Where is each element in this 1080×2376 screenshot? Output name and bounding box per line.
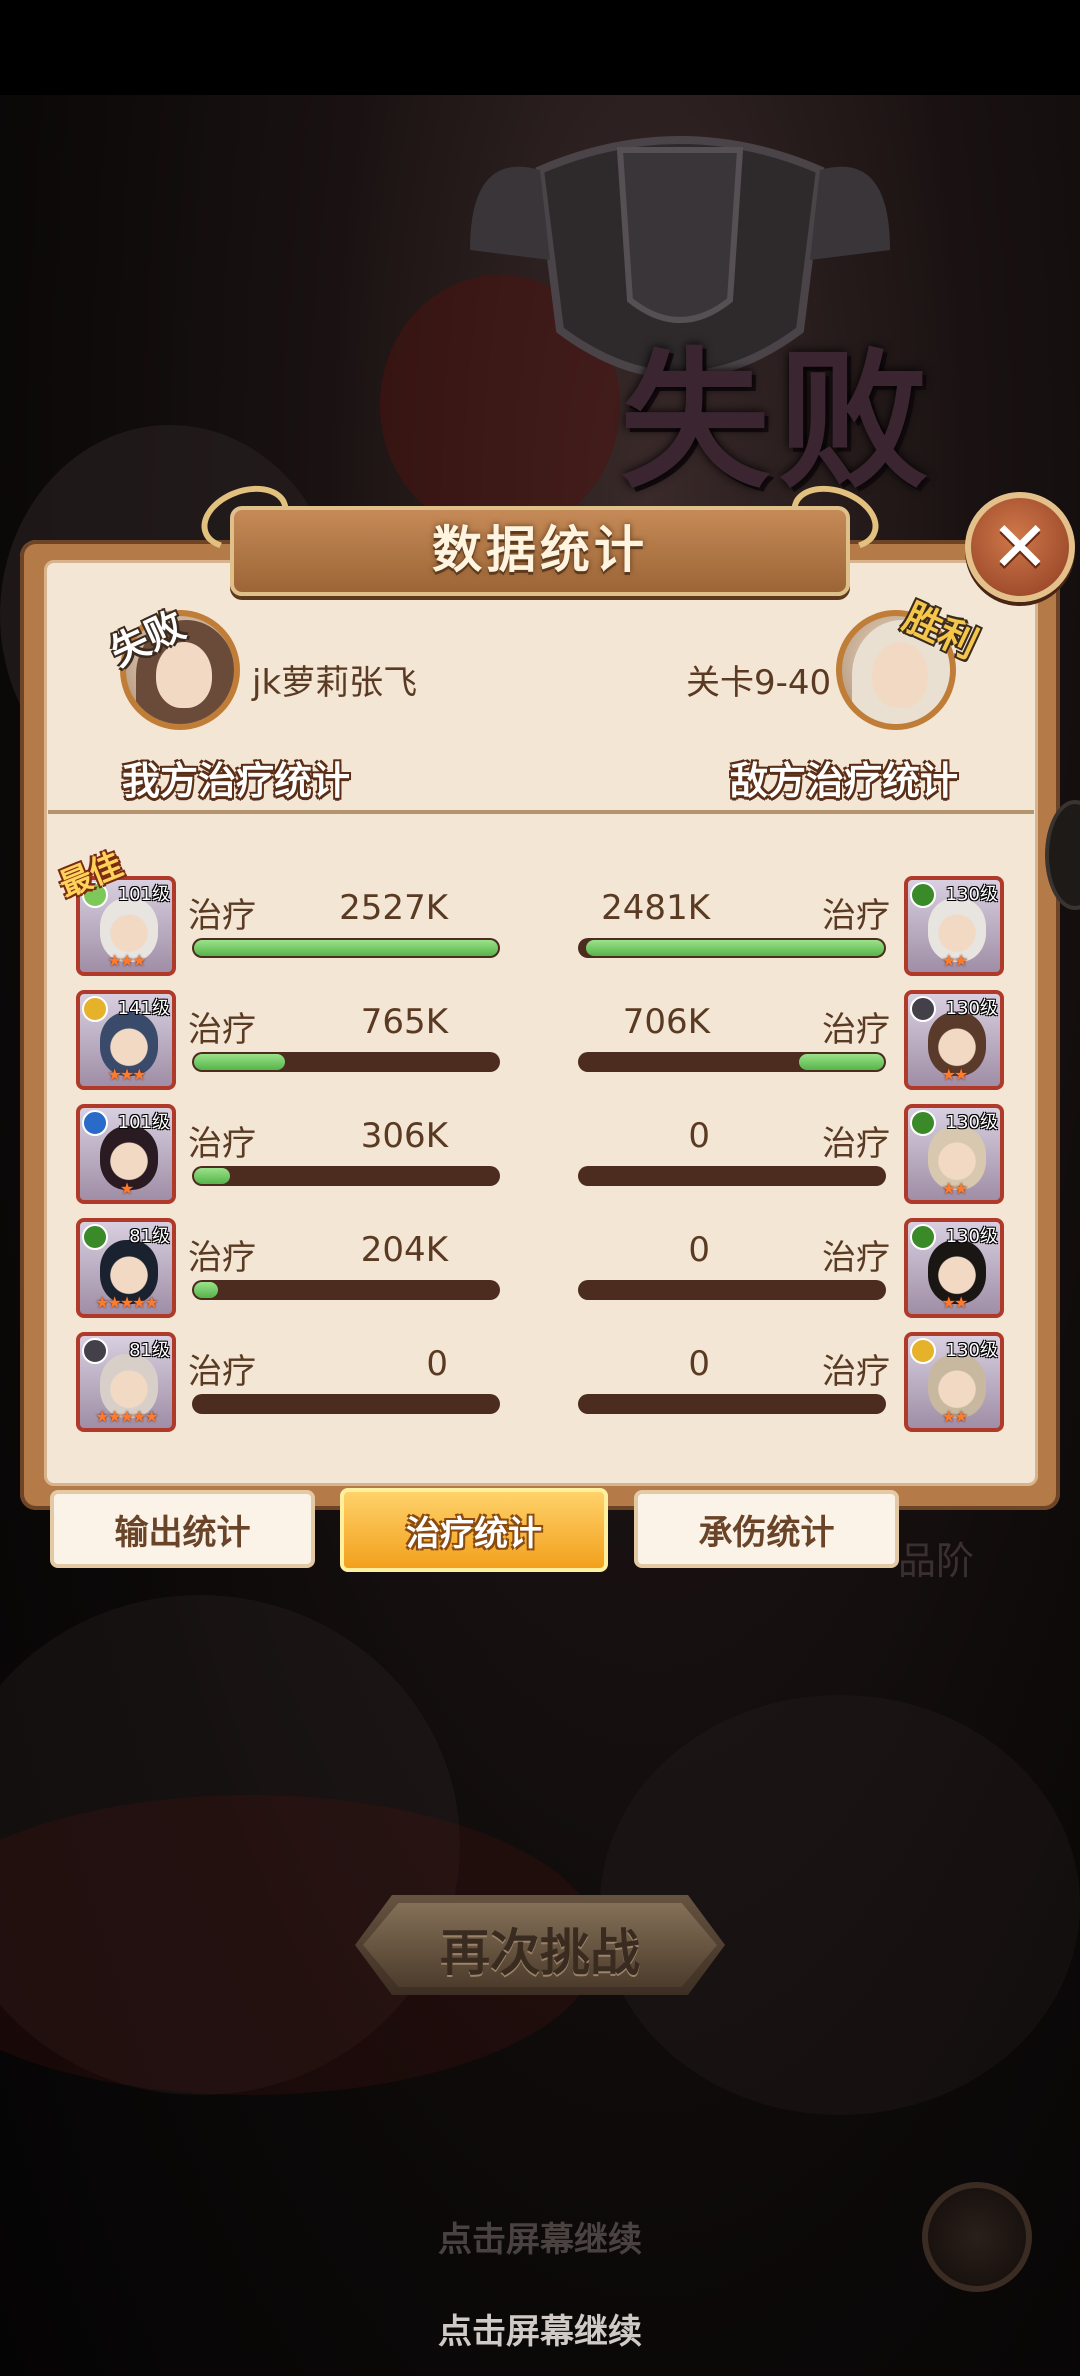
ally-progress-bar bbox=[192, 1280, 500, 1300]
enemy-progress-bar bbox=[578, 1166, 886, 1186]
element-icon bbox=[82, 1110, 108, 1136]
ally-stat-value: 0 bbox=[426, 1344, 448, 1384]
tap-to-continue-shadow: 点击屏幕继续 bbox=[438, 2220, 642, 2260]
ally-stat-value: 765K bbox=[360, 1002, 448, 1042]
hero-stars: ★★ bbox=[941, 1293, 969, 1312]
hero-level: 130级 bbox=[945, 1112, 998, 1133]
speed-icon[interactable] bbox=[922, 2182, 1032, 2292]
enemy-progress-bar bbox=[578, 1052, 886, 1072]
element-icon bbox=[910, 1110, 936, 1136]
tab-output[interactable]: 输出统计 bbox=[50, 1490, 315, 1568]
grade-text: 品阶 bbox=[898, 1539, 975, 1583]
hero-stars: ★★ bbox=[941, 951, 969, 970]
ally-hero-portrait[interactable]: 101级 ★ bbox=[76, 1104, 176, 1204]
tab-damage-taken[interactable]: 承伤统计 bbox=[634, 1490, 899, 1568]
enemy-stat-value: 0 bbox=[688, 1230, 710, 1270]
hero-level: 130级 bbox=[945, 1340, 998, 1361]
element-icon bbox=[82, 996, 108, 1022]
stat-row: 101级 ★ 130级 ★★ 治疗 306K 0 治疗 bbox=[0, 1104, 1080, 1204]
ally-progress-bar bbox=[192, 938, 500, 958]
hero-stars: ★★ bbox=[941, 1407, 969, 1426]
ally-hero-portrait[interactable]: 141级 ★★★ bbox=[76, 990, 176, 1090]
enemy-stat-label: 治疗 bbox=[822, 1352, 890, 1392]
stat-row: 81级 ★★★★★ 130级 ★★ 治疗 204K 0 治疗 bbox=[0, 1218, 1080, 1318]
ally-stat-label: 治疗 bbox=[188, 1352, 256, 1392]
stat-row: 101级 ★★★ 130级 ★★ 治疗 2527K 2481K 治疗 bbox=[0, 876, 1080, 976]
enemy-progress-bar bbox=[578, 938, 886, 958]
element-icon bbox=[910, 882, 936, 908]
hero-level: 101级 bbox=[117, 1112, 170, 1133]
enemy-hero-portrait[interactable]: 130级 ★★ bbox=[904, 876, 1004, 976]
close-button[interactable]: ✕ bbox=[965, 492, 1075, 602]
enemy-stat-label: 治疗 bbox=[822, 896, 890, 936]
hero-stars: ★★ bbox=[941, 1179, 969, 1198]
ally-stat-value: 204K bbox=[360, 1230, 448, 1270]
enemy-hero-portrait[interactable]: 130级 ★★ bbox=[904, 1332, 1004, 1432]
ally-section-label: 我方治疗统计 bbox=[122, 759, 351, 803]
hero-stars: ★★★★★ bbox=[95, 1293, 159, 1312]
element-icon bbox=[910, 996, 936, 1022]
hero-stars: ★★★ bbox=[107, 951, 146, 970]
enemy-progress-fill bbox=[586, 940, 884, 956]
hero-level: 130级 bbox=[945, 884, 998, 905]
retry-button[interactable]: 再次挑战 bbox=[355, 1895, 725, 1995]
tap-to-continue[interactable]: 点击屏幕继续 bbox=[0, 2304, 1080, 2353]
enemy-stat-label: 治疗 bbox=[822, 1238, 890, 1278]
enemy-hero-portrait[interactable]: 130级 ★★ bbox=[904, 1218, 1004, 1318]
ally-progress-fill bbox=[194, 940, 498, 956]
stage-name: 关卡9-40 bbox=[686, 663, 832, 703]
ally-progress-fill bbox=[194, 1054, 285, 1070]
enemy-stat-value: 0 bbox=[688, 1116, 710, 1156]
enemy-hero-portrait[interactable]: 130级 ★★ bbox=[904, 990, 1004, 1090]
enemy-progress-fill bbox=[799, 1054, 884, 1070]
hero-level: 130级 bbox=[945, 1226, 998, 1247]
ally-progress-bar bbox=[192, 1052, 500, 1072]
enemy-progress-bar bbox=[578, 1394, 886, 1414]
enemy-stat-value: 0 bbox=[688, 1344, 710, 1384]
ally-stat-label: 治疗 bbox=[188, 1238, 256, 1278]
ally-hero-portrait[interactable]: 81级 ★★★★★ bbox=[76, 1218, 176, 1318]
ally-stat-label: 治疗 bbox=[188, 1124, 256, 1164]
hero-level: 81级 bbox=[129, 1340, 170, 1361]
element-icon bbox=[910, 1338, 936, 1364]
hero-stars: ★★★ bbox=[107, 1065, 146, 1084]
hero-stars: ★ bbox=[119, 1179, 134, 1198]
stat-row: 81级 ★★★★★ 130级 ★★ 治疗 0 0 治疗 bbox=[0, 1332, 1080, 1432]
stat-row: 141级 ★★★ 130级 ★★ 治疗 765K 706K 治疗 bbox=[0, 990, 1080, 1090]
ally-progress-bar bbox=[192, 1394, 500, 1414]
element-icon bbox=[82, 1338, 108, 1364]
enemy-stat-label: 治疗 bbox=[822, 1124, 890, 1164]
defeat-title: 失败 bbox=[620, 333, 937, 509]
element-icon bbox=[82, 1224, 108, 1250]
ally-stat-label: 治疗 bbox=[188, 896, 256, 936]
enemy-progress-bar bbox=[578, 1280, 886, 1300]
ally-stat-label: 治疗 bbox=[188, 1010, 256, 1050]
hero-level: 81级 bbox=[129, 1226, 170, 1247]
ally-hero-portrait[interactable]: 81级 ★★★★★ bbox=[76, 1332, 176, 1432]
tab-healing[interactable]: 治疗统计 bbox=[340, 1488, 608, 1572]
enemy-stat-label: 治疗 bbox=[822, 1010, 890, 1050]
ally-stat-value: 2527K bbox=[339, 888, 448, 928]
ally-progress-bar bbox=[192, 1166, 500, 1186]
player-name: jk萝莉张飞 bbox=[252, 663, 418, 703]
divider bbox=[48, 810, 1034, 814]
hero-level: 130级 bbox=[945, 998, 998, 1019]
enemy-section-label: 敌方治疗统计 bbox=[730, 759, 959, 803]
ally-stat-value: 306K bbox=[360, 1116, 448, 1156]
ally-progress-fill bbox=[194, 1282, 218, 1298]
hero-level: 101级 bbox=[117, 884, 170, 905]
ally-progress-fill bbox=[194, 1168, 230, 1184]
enemy-stat-value: 706K bbox=[622, 1002, 710, 1042]
enemy-hero-portrait[interactable]: 130级 ★★ bbox=[904, 1104, 1004, 1204]
enemy-stat-value: 2481K bbox=[601, 888, 710, 928]
hero-level: 141级 bbox=[117, 998, 170, 1019]
hero-stars: ★★ bbox=[941, 1065, 969, 1084]
panel-title-banner: 数据统计 bbox=[192, 474, 888, 608]
element-icon bbox=[910, 1224, 936, 1250]
retry-label: 再次挑战 bbox=[440, 1924, 640, 1982]
close-icon: ✕ bbox=[990, 506, 1050, 588]
panel-title: 数据统计 bbox=[432, 521, 648, 579]
hero-stars: ★★★★★ bbox=[95, 1407, 159, 1426]
